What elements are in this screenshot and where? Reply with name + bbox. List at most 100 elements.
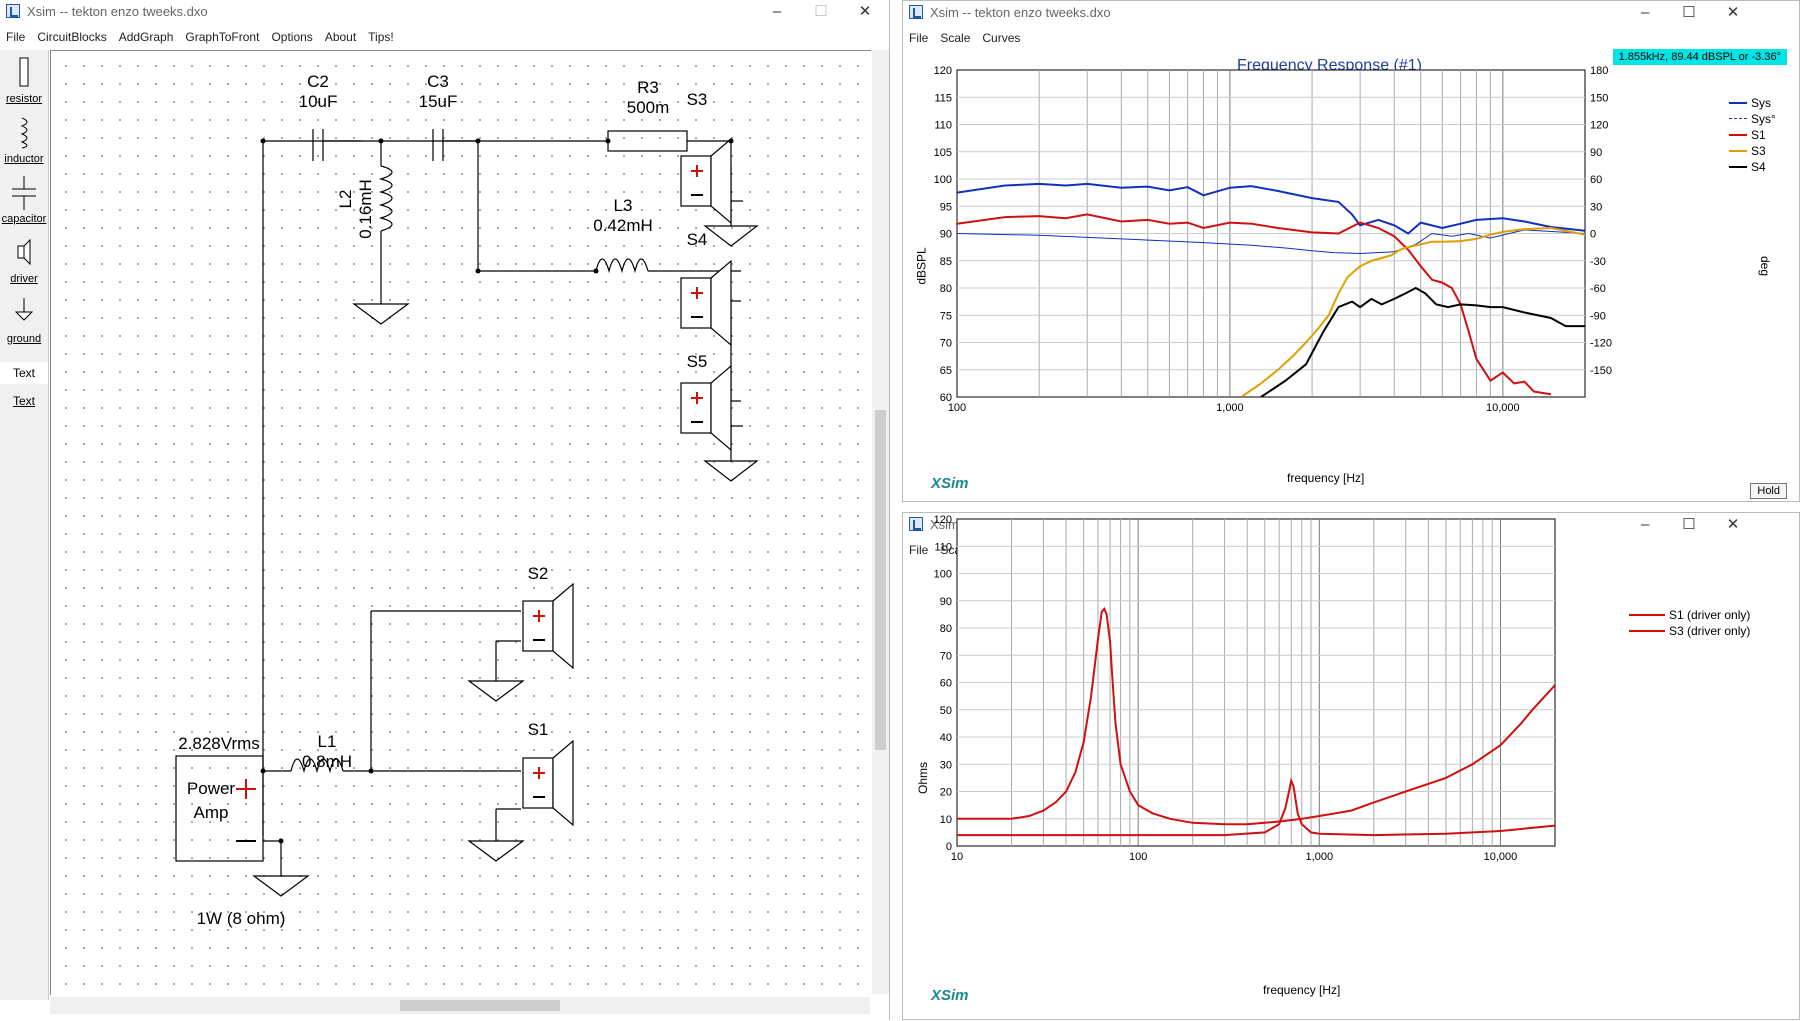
menu-tips[interactable]: Tips! [362,26,400,48]
imp-legend: S1 (driver only) S3 (driver only) [1629,607,1797,639]
menu-scale[interactable]: Scale [934,27,976,49]
schematic-canvas[interactable]: C2 10uF C3 15uF R3 500m L3 0.42mH L1 0.8… [50,50,871,995]
y-tick-label: 20 [940,787,952,799]
y-tick-label: 60 [940,392,952,404]
y-tick-label: 80 [940,623,952,635]
close-button[interactable]: ✕ [1711,3,1755,23]
close-button[interactable]: ✕ [843,2,887,22]
c2-value: 10uF [299,92,338,111]
x-tick-label: 100 [948,402,966,414]
maximize-button[interactable]: ☐ [1667,515,1711,535]
y-tick-label: 90 [940,229,952,241]
speaker-s4[interactable] [680,259,732,347]
y-tick-label: 0 [946,841,952,853]
menu-about[interactable]: About [319,26,362,48]
menu-circuitblocks[interactable]: CircuitBlocks [31,26,112,48]
imp-xlabel: frequency [Hz] [1263,983,1341,997]
palette-capacitor[interactable]: capacitor [0,176,48,225]
y-tick-label: 115 [934,92,952,104]
c2-name: C2 [307,72,329,91]
legend-s1-driver-only[interactable]: S1 (driver only) [1629,607,1797,623]
x-tick-label: 10,000 [1486,402,1520,414]
y2-tick-label: 30 [1590,201,1602,213]
vertical-scroll-thumb[interactable] [875,410,886,750]
app-icon [909,5,923,19]
y-tick-label: 65 [940,365,952,377]
x-tick-label: 1,000 [1306,851,1334,863]
legend-s1[interactable]: S1 [1729,127,1799,143]
palette-text-link[interactable]: Text [0,390,48,412]
close-button[interactable]: ✕ [1711,515,1755,535]
l2-name: L2 [336,190,355,209]
legend-sys[interactable]: Sys [1729,95,1799,111]
palette-text-link-label: Text [12,394,35,408]
y-tick-label: 105 [934,147,952,159]
y-tick-label: 120 [934,65,952,77]
r3-value: 500m [627,98,670,117]
schematic-window-title: Xsim -- tekton enzo tweeks.dxo [27,4,208,19]
palette-ground[interactable]: ground [0,296,48,345]
y-tick-label: 85 [940,256,952,268]
legend-s3-driver-only[interactable]: S3 (driver only) [1629,623,1797,639]
hold-button[interactable]: Hold [1750,483,1787,499]
legend-sys-phase[interactable]: Sys° [1729,111,1799,127]
y-tick-label: 40 [940,732,952,744]
legend-s3[interactable]: S3 [1729,143,1799,159]
legend-s1-label: S1 [1751,128,1766,142]
l1-value: 0.8mH [302,752,352,771]
menu-file[interactable]: File [903,539,934,561]
freq-xsim-logo: XSim [931,475,969,492]
palette-ground-label: ground [6,333,42,345]
minimize-button[interactable]: – [755,2,799,22]
menu-addgraph[interactable]: AddGraph [113,26,180,48]
palette-resistor[interactable]: resistor [0,56,48,105]
series-line-sys [957,229,1585,255]
speaker-s5[interactable] [680,364,732,452]
palette-inductor[interactable]: inductor [0,116,48,165]
speaker-s1[interactable] [522,739,574,827]
series-line-s3 [1240,226,1585,397]
freq-menubar: File Scale Curves [903,27,1799,49]
palette-resistor-label: resistor [5,93,43,105]
freq-titlebar[interactable]: Xsim -- tekton enzo tweeks.dxo – ☐ ✕ [903,1,1799,25]
palette-text[interactable]: Text [0,362,48,384]
maximize-button[interactable]: ☐ [799,2,843,22]
y-tick-label: 95 [940,201,952,213]
y2-tick-label: 150 [1590,92,1608,104]
freq-xlabel: frequency [Hz] [1287,471,1365,485]
frequency-response-chart[interactable]: 60 65 70 75 80 85 90 95 100 105 110 115 120 100 1,000 1… [903,1,1800,503]
minimize-button[interactable]: – [1623,515,1667,535]
component-palette: resistor inductor capacitor driver groun… [0,50,49,1000]
legend-s3-driver-only-label: S3 (driver only) [1669,624,1751,638]
imp-titlebar[interactable]: Xsim -- tekton enzo tweeks.dxo – ☐ ✕ [903,513,1799,537]
menu-graphtofront[interactable]: GraphToFront [179,26,265,48]
s4-label: S4 [687,230,708,249]
schematic-vertical-scrollbar[interactable] [872,50,889,994]
menu-options[interactable]: Options [265,26,318,48]
y-tick-label: 90 [940,596,952,608]
legend-s4[interactable]: S4 [1729,159,1799,175]
s1-label: S1 [528,720,549,739]
speaker-s3[interactable] [680,137,732,225]
maximize-button[interactable]: ☐ [1667,3,1711,23]
freq-window-title: Xsim -- tekton enzo tweeks.dxo [930,5,1111,20]
horizontal-scroll-thumb[interactable] [400,1000,560,1011]
ground-icon [14,298,34,321]
y-tick-label: 50 [940,705,952,717]
menu-curves[interactable]: Curves [976,27,1026,49]
y2-tick-label: -150 [1590,365,1612,377]
schematic-horizontal-scrollbar[interactable] [50,997,870,1014]
speaker-s2[interactable] [522,582,574,670]
menu-scale[interactable]: Scale [934,539,976,561]
y-tick-label: 75 [940,310,952,322]
impedance-chart[interactable]: 010203040506070809010011012010 100 1,000 10… [903,513,1800,1021]
menu-file[interactable]: File [0,26,31,48]
schematic-titlebar[interactable]: Xsim -- tekton enzo tweeks.dxo – ☐ ✕ [0,0,889,24]
palette-driver[interactable]: driver [0,236,48,285]
series-line-s1-driver-only [957,607,1555,826]
menu-file[interactable]: File [903,27,934,49]
x-tick-label: 100 [1129,851,1147,863]
menu-curves[interactable]: Curves [976,539,1026,561]
amp-power-label: 1W (8 ohm) [197,909,286,928]
minimize-button[interactable]: – [1623,3,1667,23]
